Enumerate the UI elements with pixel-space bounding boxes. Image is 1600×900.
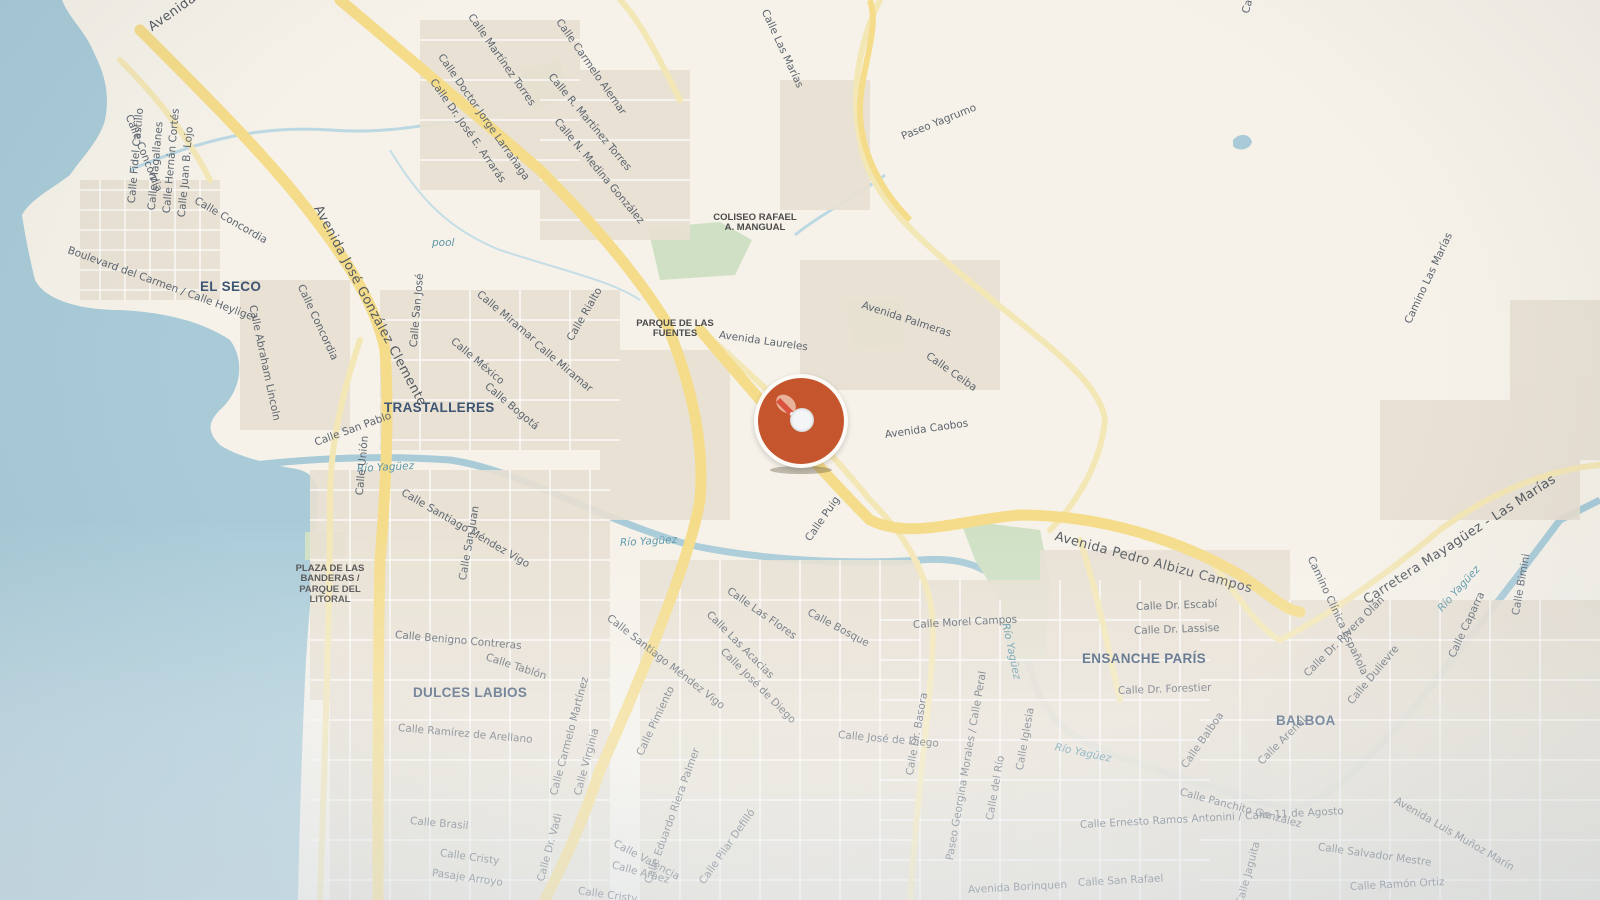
pool-label: pool (432, 237, 455, 249)
poi-coliseo-line2: A. MANGUAL (724, 222, 786, 234)
neighborhood-trastalleres: TRASTALLERES (384, 400, 495, 415)
neighborhood-ensanche-paris: ENSANCHE PARÍS (1082, 651, 1206, 666)
street-label: Calle Dr. Escabí (1135, 598, 1218, 613)
poi-parque-fuentes[interactable]: PARQUE DE LAS FUENTES (630, 318, 720, 340)
location-marker[interactable] (754, 374, 848, 474)
poi-plaza-line4: LITORAL (309, 594, 351, 606)
neighborhood-el-seco: EL SECO (200, 279, 262, 294)
poi-plaza-banderas[interactable]: PLAZA DE LAS BANDERAS / PARQUE DEL LITOR… (290, 563, 370, 606)
neighborhood-dulces-labios: DULCES LABIOS (413, 685, 528, 700)
poi-coliseo[interactable]: COLISEO RAFAEL A. MANGUAL (700, 212, 810, 234)
map-canvas[interactable]: EL SECO TRASTALLERES DULCES LABIOS ENSAN… (0, 0, 1600, 900)
poi-parque-line2: FUENTES (652, 328, 698, 340)
marker-center-dot (790, 408, 814, 432)
pond (1233, 134, 1252, 150)
